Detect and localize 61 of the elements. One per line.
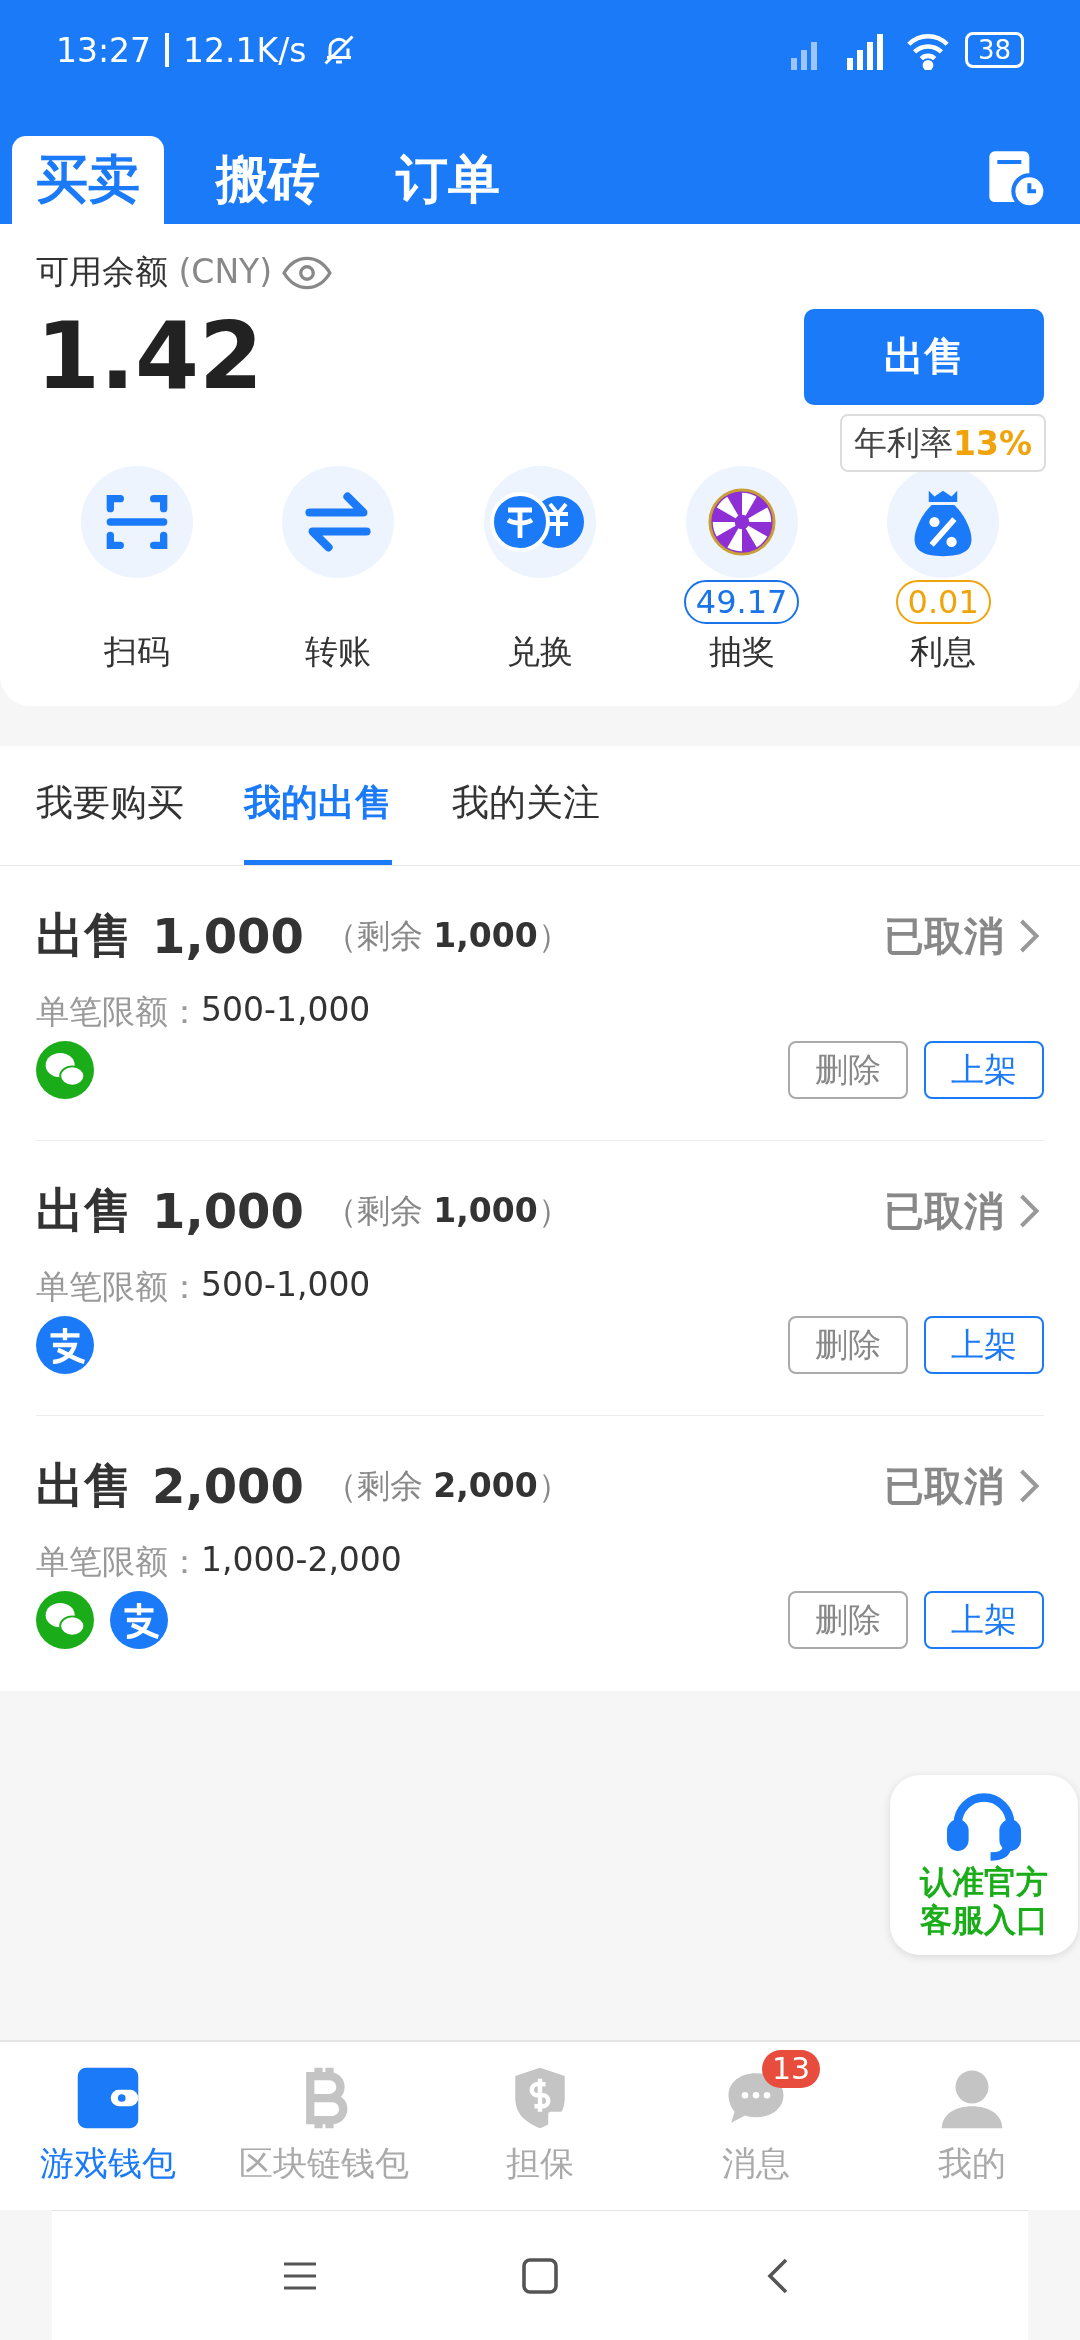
- listing-status: 已取消: [884, 1461, 1004, 1511]
- unread-count-badge: 13: [762, 2050, 821, 2088]
- nav-item[interactable]: 担保: [432, 2042, 648, 2210]
- home-square-icon[interactable]: [520, 2255, 560, 2296]
- action-label: 兑换: [507, 631, 573, 673]
- delete-button[interactable]: 删除: [788, 1591, 908, 1649]
- limit-value: 500-1,000: [201, 990, 371, 1031]
- battery-level: 38: [964, 32, 1024, 68]
- nav-item[interactable]: 游戏钱包: [0, 2042, 216, 2210]
- remaining-amount: （剩余 1,000）: [323, 1189, 571, 1232]
- prize-wheel-icon: [706, 487, 777, 557]
- customer-service-button[interactable]: 认准官方 客服入口: [890, 1775, 1078, 1955]
- headset-icon: [944, 1791, 1024, 1863]
- wechat-payment-icon: [36, 1041, 94, 1099]
- limit-value: 1,000-2,000: [201, 1540, 402, 1581]
- listing-status: 已取消: [884, 911, 1004, 961]
- value-badge: 0.01: [895, 580, 991, 624]
- listing-amount: 1,000: [152, 908, 304, 964]
- balance-label: 可用余额 (CNY): [36, 251, 273, 293]
- limit-label: 单笔限额：: [36, 1541, 201, 1583]
- listing-status: 已取消: [884, 1186, 1004, 1236]
- list-button[interactable]: 上架: [924, 1041, 1044, 1099]
- action-label: 扫码: [103, 631, 170, 673]
- header-tab[interactable]: 搬砖: [192, 136, 344, 224]
- remaining-amount: （剩余 1,000）: [323, 914, 571, 957]
- action-label: 转账: [305, 631, 372, 673]
- listing-amount: 2,000: [152, 1458, 304, 1514]
- remaining-amount: （剩余 2,000）: [323, 1464, 571, 1507]
- support-text: 客服入口: [920, 1901, 1048, 1939]
- limit-value: 500-1,000: [201, 1265, 371, 1306]
- wallet-icon: [75, 2065, 141, 2131]
- listing-action: 出售: [36, 1456, 132, 1515]
- annual-rate-tooltip: 年利率13%: [840, 414, 1046, 472]
- list-button[interactable]: 上架: [924, 1316, 1044, 1374]
- limit-label: 单笔限额：: [36, 1266, 201, 1308]
- alipay-payment-icon: [110, 1591, 168, 1649]
- nav-item[interactable]: 消息 13: [648, 2042, 864, 2210]
- sell-button[interactable]: 出售: [804, 308, 1044, 405]
- nav-item[interactable]: 区块链钱包: [216, 2042, 432, 2210]
- support-text: 认准官方: [920, 1863, 1048, 1901]
- alipay-payment-icon: [36, 1316, 94, 1374]
- action-label: 抽奖: [708, 631, 775, 673]
- header-tab[interactable]: 订单: [372, 136, 524, 224]
- nav-item[interactable]: 我的: [864, 2042, 1080, 2210]
- wechat-payment-icon: [36, 1591, 94, 1649]
- delete-button[interactable]: 删除: [788, 1041, 908, 1099]
- list-button[interactable]: 上架: [924, 1591, 1044, 1649]
- header-tab[interactable]: 买卖: [12, 136, 164, 224]
- listing-action: 出售: [36, 1181, 132, 1240]
- section-tab[interactable]: 我要购买: [36, 746, 184, 865]
- network-speed: 12.1K/s: [183, 30, 307, 70]
- value-badge: 49.17: [683, 580, 800, 624]
- section-tab[interactable]: 我的关注: [452, 746, 600, 865]
- delete-button[interactable]: 删除: [788, 1316, 908, 1374]
- listing-amount: 1,000: [152, 1183, 304, 1239]
- balance-amount: 1.42: [36, 303, 263, 410]
- status-time: 13:27: [56, 30, 152, 70]
- limit-label: 单笔限额：: [36, 991, 201, 1033]
- eye-icon[interactable]: [282, 254, 333, 291]
- listing-action: 出售: [36, 906, 132, 965]
- action-label: 利息: [910, 631, 977, 673]
